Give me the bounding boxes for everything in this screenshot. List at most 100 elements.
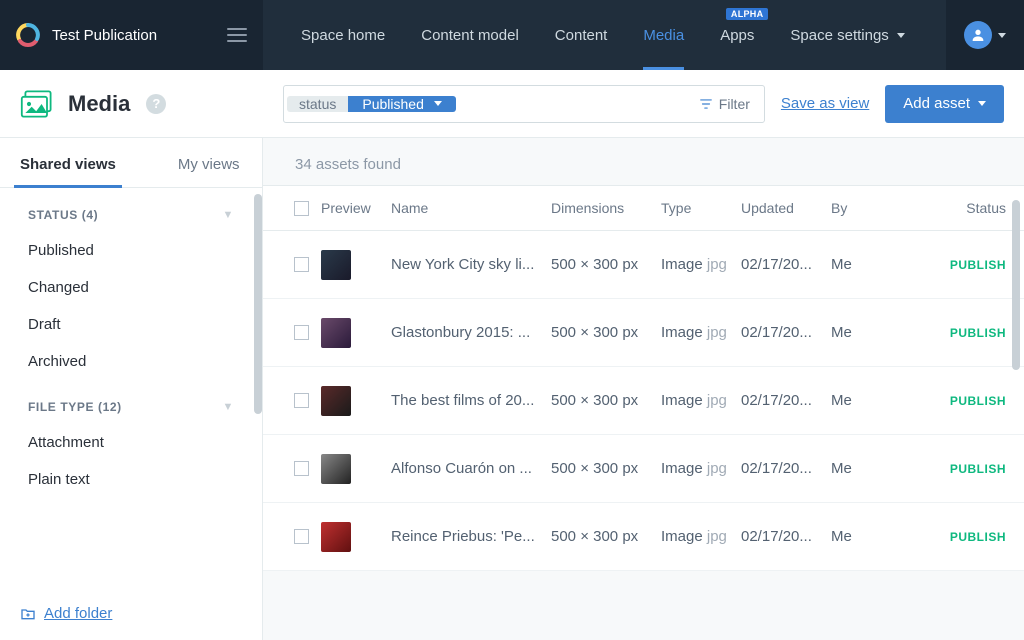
thumbnail bbox=[321, 522, 351, 552]
section-filetype-head[interactable]: FILE TYPE (12) ▼ bbox=[0, 380, 262, 424]
cell-type: Image jpg bbox=[661, 324, 741, 341]
sidebar-item-attachment[interactable]: Attachment bbox=[0, 424, 262, 461]
cell-status: PUBLISH bbox=[926, 326, 1006, 340]
add-folder-link[interactable]: Add folder bbox=[0, 587, 262, 640]
cell-status: PUBLISH bbox=[926, 258, 1006, 272]
cell-updated: 02/17/20... bbox=[741, 324, 831, 341]
cell-by: Me bbox=[831, 392, 901, 409]
collapse-icon: ▼ bbox=[223, 401, 235, 413]
cell-updated: 02/17/20... bbox=[741, 256, 831, 273]
cell-updated: 02/17/20... bbox=[741, 392, 831, 409]
cell-dimensions: 500 × 300 px bbox=[551, 528, 661, 545]
menu-icon[interactable] bbox=[227, 28, 247, 42]
collapse-icon: ▼ bbox=[223, 209, 235, 221]
table-row[interactable]: Glastonbury 2015: ... 500 × 300 px Image… bbox=[263, 299, 1024, 367]
cell-type: Image jpg bbox=[661, 256, 741, 273]
cell-name: Glastonbury 2015: ... bbox=[391, 324, 551, 341]
sidebar: Shared views My views STATUS (4) ▼ Publi… bbox=[0, 138, 263, 640]
cell-name: Alfonso Cuarón on ... bbox=[391, 460, 551, 477]
add-folder-label: Add folder bbox=[44, 605, 112, 622]
checkbox[interactable] bbox=[294, 529, 309, 544]
nav-media[interactable]: Media bbox=[625, 0, 702, 70]
cell-status: PUBLISH bbox=[926, 394, 1006, 408]
nav-space-settings[interactable]: Space settings bbox=[772, 0, 922, 70]
table-row[interactable]: Reince Priebus: 'Pe... 500 × 300 px Imag… bbox=[263, 503, 1024, 571]
add-asset-button[interactable]: Add asset bbox=[885, 85, 1004, 123]
cell-dimensions: 500 × 300 px bbox=[551, 392, 661, 409]
media-page-icon bbox=[20, 89, 56, 119]
sidebar-item-published[interactable]: Published bbox=[0, 232, 262, 269]
chevron-down-icon bbox=[897, 33, 905, 38]
nav-items: Space home Content model Content Media A… bbox=[263, 0, 946, 70]
cell-status: PUBLISH bbox=[926, 530, 1006, 544]
scrollbar[interactable] bbox=[1012, 200, 1020, 370]
save-as-view-link[interactable]: Save as view bbox=[781, 95, 869, 112]
nav-space-settings-label: Space settings bbox=[790, 27, 888, 44]
subbar-left: Media ? bbox=[0, 70, 263, 137]
chevron-down-icon bbox=[978, 101, 986, 106]
th-name[interactable]: Name bbox=[391, 200, 551, 216]
th-dimensions[interactable]: Dimensions bbox=[551, 200, 661, 216]
cell-updated: 02/17/20... bbox=[741, 460, 831, 477]
sidebar-item-plaintext[interactable]: Plain text bbox=[0, 461, 262, 498]
section-status-head[interactable]: STATUS (4) ▼ bbox=[0, 188, 262, 232]
tab-my-views[interactable]: My views bbox=[158, 138, 260, 187]
nav-content-model[interactable]: Content model bbox=[403, 0, 537, 70]
filter-link-label: Filter bbox=[719, 96, 750, 112]
section-filetype-label: FILE TYPE (12) bbox=[28, 400, 122, 414]
cell-type: Image jpg bbox=[661, 460, 741, 477]
filter-chip-status[interactable]: status Published bbox=[287, 96, 456, 112]
chevron-down-icon bbox=[998, 33, 1006, 38]
filter-chip-value[interactable]: Published bbox=[348, 96, 456, 112]
cell-by: Me bbox=[831, 256, 901, 273]
user-menu[interactable] bbox=[946, 0, 1024, 70]
cell-status: PUBLISH bbox=[926, 462, 1006, 476]
nav-space-home[interactable]: Space home bbox=[283, 0, 403, 70]
filter-button[interactable]: Filter bbox=[685, 96, 764, 112]
sidebar-item-changed[interactable]: Changed bbox=[0, 269, 262, 306]
sub-bar: Media ? status Published Filter Save as … bbox=[0, 70, 1024, 138]
add-asset-label: Add asset bbox=[903, 95, 970, 112]
sidebar-item-draft[interactable]: Draft bbox=[0, 306, 262, 343]
tab-shared-views[interactable]: Shared views bbox=[0, 138, 136, 187]
thumbnail bbox=[321, 386, 351, 416]
cell-by: Me bbox=[831, 460, 901, 477]
cell-by: Me bbox=[831, 528, 901, 545]
th-updated[interactable]: Updated bbox=[741, 200, 831, 216]
checkbox[interactable] bbox=[294, 461, 309, 476]
thumbnail bbox=[321, 250, 351, 280]
top-nav: Test Publication Space home Content mode… bbox=[0, 0, 1024, 70]
sidebar-item-archived[interactable]: Archived bbox=[0, 343, 262, 380]
th-preview[interactable]: Preview bbox=[321, 200, 391, 216]
help-icon[interactable]: ? bbox=[146, 94, 166, 114]
app-logo-icon bbox=[16, 23, 40, 47]
asset-count: 34 assets found bbox=[263, 138, 1024, 185]
table-row[interactable]: New York City sky li... 500 × 300 px Ima… bbox=[263, 231, 1024, 299]
table-row[interactable]: Alfonso Cuarón on ... 500 × 300 px Image… bbox=[263, 435, 1024, 503]
publication-title[interactable]: Test Publication bbox=[52, 27, 227, 44]
nav-content[interactable]: Content bbox=[537, 0, 626, 70]
checkbox[interactable] bbox=[294, 257, 309, 272]
scrollbar[interactable] bbox=[254, 194, 262, 414]
cell-name: New York City sky li... bbox=[391, 256, 551, 273]
table-header: Preview Name Dimensions Type Updated By … bbox=[263, 185, 1024, 231]
content-area: 34 assets found Preview Name Dimensions … bbox=[263, 138, 1024, 640]
th-type[interactable]: Type bbox=[661, 200, 741, 216]
cell-dimensions: 500 × 300 px bbox=[551, 460, 661, 477]
cell-dimensions: 500 × 300 px bbox=[551, 324, 661, 341]
checkbox-all[interactable] bbox=[294, 201, 309, 216]
th-by[interactable]: By bbox=[831, 200, 901, 216]
cell-type: Image jpg bbox=[661, 392, 741, 409]
checkbox[interactable] bbox=[294, 393, 309, 408]
table-row[interactable]: The best films of 20... 500 × 300 px Ima… bbox=[263, 367, 1024, 435]
cell-by: Me bbox=[831, 324, 901, 341]
filter-chip-key: status bbox=[287, 96, 348, 112]
nav-apps[interactable]: Apps ALPHA bbox=[702, 0, 772, 70]
th-status[interactable]: Status bbox=[926, 200, 1006, 216]
filter-bar[interactable]: status Published Filter bbox=[283, 85, 765, 123]
nav-apps-label: Apps bbox=[720, 27, 754, 44]
cell-dimensions: 500 × 300 px bbox=[551, 256, 661, 273]
cell-updated: 02/17/20... bbox=[741, 528, 831, 545]
alpha-badge: ALPHA bbox=[726, 8, 769, 20]
checkbox[interactable] bbox=[294, 325, 309, 340]
